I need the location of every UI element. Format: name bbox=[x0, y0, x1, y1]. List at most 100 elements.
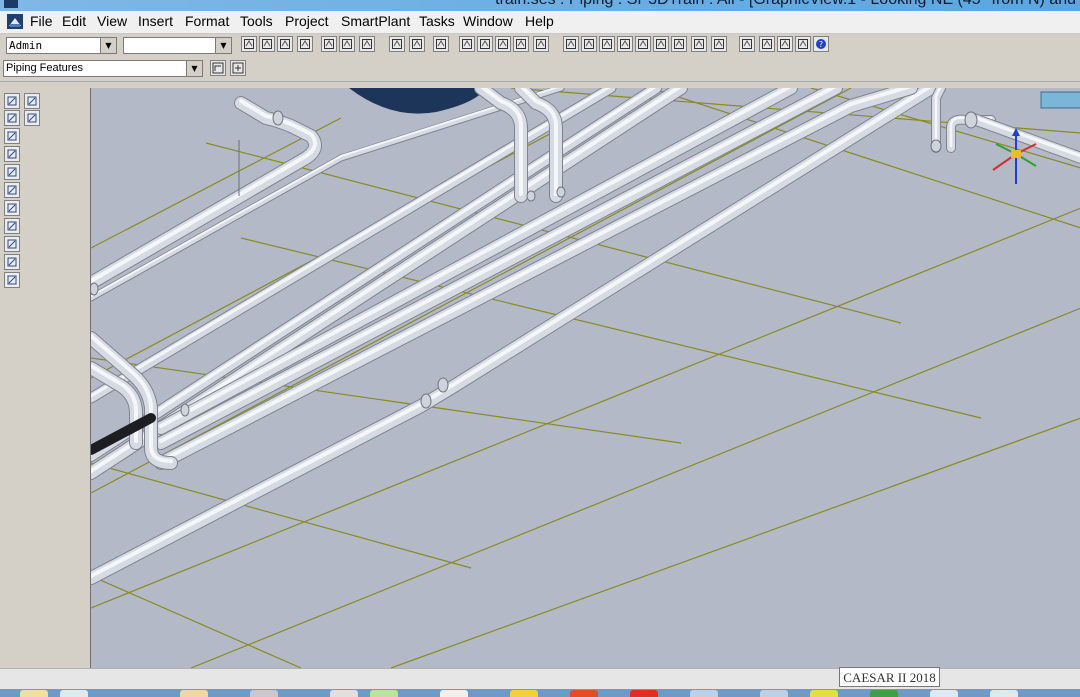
open-button[interactable] bbox=[259, 36, 275, 52]
taskbar-app-button[interactable] bbox=[760, 690, 788, 697]
check-button[interactable] bbox=[513, 36, 529, 52]
graphic-view[interactable] bbox=[90, 88, 1080, 668]
taskbar-app-button[interactable] bbox=[180, 690, 208, 697]
paste-button[interactable] bbox=[339, 36, 355, 52]
copy-button[interactable] bbox=[321, 36, 337, 52]
app-system-icon[interactable] bbox=[4, 0, 18, 8]
window-button[interactable] bbox=[671, 36, 687, 52]
tank-vessel[interactable] bbox=[349, 88, 486, 114]
insert-component-tool[interactable] bbox=[4, 128, 20, 144]
title-bar: train.ses : Piping : SP3DTrain : All - [… bbox=[0, 0, 1080, 11]
menu-edit[interactable]: Edit bbox=[62, 13, 86, 29]
menu-insert[interactable]: Insert bbox=[138, 13, 173, 29]
chevron-down-icon[interactable]: ▼ bbox=[186, 61, 202, 76]
menu-tasks[interactable]: Tasks bbox=[419, 13, 455, 29]
place-instrument-tool[interactable] bbox=[4, 164, 20, 180]
menu-project[interactable]: Project bbox=[285, 13, 329, 29]
taskbar-app-button[interactable] bbox=[570, 690, 598, 697]
menu-view[interactable]: View bbox=[97, 13, 127, 29]
taskbar-app-button[interactable] bbox=[20, 690, 48, 697]
refresh-icon bbox=[498, 39, 508, 49]
taskbar-app-button[interactable] bbox=[60, 690, 88, 697]
view-button[interactable] bbox=[581, 36, 597, 52]
select-icon bbox=[7, 96, 17, 106]
chevron-down-icon[interactable]: ▼ bbox=[100, 38, 116, 53]
place-spool-icon bbox=[7, 239, 17, 249]
route-pipe-button[interactable] bbox=[210, 60, 226, 76]
taskbar-app-button[interactable] bbox=[690, 690, 718, 697]
select-filter-button[interactable] bbox=[459, 36, 475, 52]
filter-combo[interactable]: ▼ bbox=[123, 37, 232, 54]
permission-group-combo[interactable]: Admin ▼ bbox=[6, 37, 117, 54]
place-weld-tool[interactable] bbox=[4, 272, 20, 288]
features-combo[interactable]: Piping Features ▼ bbox=[3, 60, 203, 77]
taskbar-app-button[interactable] bbox=[810, 690, 838, 697]
taskbar-app-button[interactable] bbox=[440, 690, 468, 697]
new-button[interactable] bbox=[241, 36, 257, 52]
taskbar-app-button[interactable] bbox=[250, 690, 278, 697]
print-button[interactable] bbox=[297, 36, 313, 52]
place-loop-tool[interactable] bbox=[4, 218, 20, 234]
insert-component-icon bbox=[232, 62, 244, 74]
taskbar-app-button[interactable] bbox=[870, 690, 898, 697]
undo-button[interactable] bbox=[433, 36, 449, 52]
properties-button[interactable] bbox=[477, 36, 493, 52]
fit-icon bbox=[742, 39, 752, 49]
model-canvas[interactable] bbox=[91, 88, 1080, 668]
help-button[interactable]: ? bbox=[813, 36, 829, 52]
fit-button[interactable] bbox=[739, 36, 755, 52]
menu-window[interactable]: Window bbox=[463, 13, 513, 29]
new-icon bbox=[244, 39, 254, 49]
measure-tool[interactable] bbox=[24, 93, 40, 109]
taskbar-app-button[interactable] bbox=[330, 690, 358, 697]
refresh-button[interactable] bbox=[495, 36, 511, 52]
taskbar-app-button[interactable] bbox=[990, 690, 1018, 697]
layer-button[interactable] bbox=[617, 36, 633, 52]
menu-smartplant[interactable]: SmartPlant bbox=[341, 13, 410, 29]
menu-bar: File Edit View Insert Format Tools Proje… bbox=[0, 11, 1080, 34]
grid-line bbox=[91, 575, 302, 668]
pipe-segment[interactable] bbox=[91, 88, 661, 461]
insert-split-tool[interactable] bbox=[24, 110, 40, 126]
named-view-button[interactable] bbox=[795, 36, 811, 52]
place-support-tool[interactable] bbox=[4, 200, 20, 216]
menu-file[interactable]: File bbox=[30, 13, 53, 29]
menu-help[interactable]: Help bbox=[525, 13, 554, 29]
clip-button[interactable] bbox=[635, 36, 651, 52]
view-icon bbox=[584, 39, 594, 49]
insert-tap-tool[interactable] bbox=[4, 146, 20, 162]
pipe-segment[interactable] bbox=[155, 88, 917, 469]
taskbar-app-button[interactable] bbox=[630, 690, 658, 697]
app-logo-icon[interactable] bbox=[7, 14, 23, 29]
grid-line bbox=[390, 417, 1080, 668]
rotate-button[interactable] bbox=[409, 36, 425, 52]
insert-component-icon bbox=[7, 131, 17, 141]
pump-equipment[interactable] bbox=[1040, 91, 1080, 109]
route-pipe-tool[interactable] bbox=[4, 110, 20, 126]
snap-button[interactable] bbox=[653, 36, 669, 52]
pan-button[interactable] bbox=[711, 36, 727, 52]
select-tool[interactable] bbox=[4, 93, 20, 109]
zoom-button[interactable] bbox=[691, 36, 707, 52]
place-bend-tool[interactable] bbox=[4, 254, 20, 270]
menu-format[interactable]: Format bbox=[185, 13, 229, 29]
area-button[interactable] bbox=[759, 36, 775, 52]
rotate-view-button[interactable] bbox=[777, 36, 793, 52]
place-spool-tool[interactable] bbox=[4, 236, 20, 252]
taskbar-app-button[interactable] bbox=[370, 690, 398, 697]
menu-tools[interactable]: Tools bbox=[240, 13, 273, 29]
save-button[interactable] bbox=[277, 36, 293, 52]
pipe-highlight bbox=[159, 88, 837, 443]
move-button[interactable] bbox=[389, 36, 405, 52]
measure-button[interactable] bbox=[533, 36, 549, 52]
insert-component-button[interactable] bbox=[230, 60, 246, 76]
chevron-down-icon[interactable]: ▼ bbox=[215, 38, 231, 53]
move-icon bbox=[392, 39, 402, 49]
sequence-tool[interactable] bbox=[4, 182, 20, 198]
taskbar-app-button[interactable] bbox=[930, 690, 958, 697]
grid-button[interactable] bbox=[599, 36, 615, 52]
taskbar-app-button[interactable] bbox=[510, 690, 538, 697]
pipe-segment[interactable] bbox=[475, 88, 527, 202]
delete-button[interactable] bbox=[359, 36, 375, 52]
render-button[interactable] bbox=[563, 36, 579, 52]
